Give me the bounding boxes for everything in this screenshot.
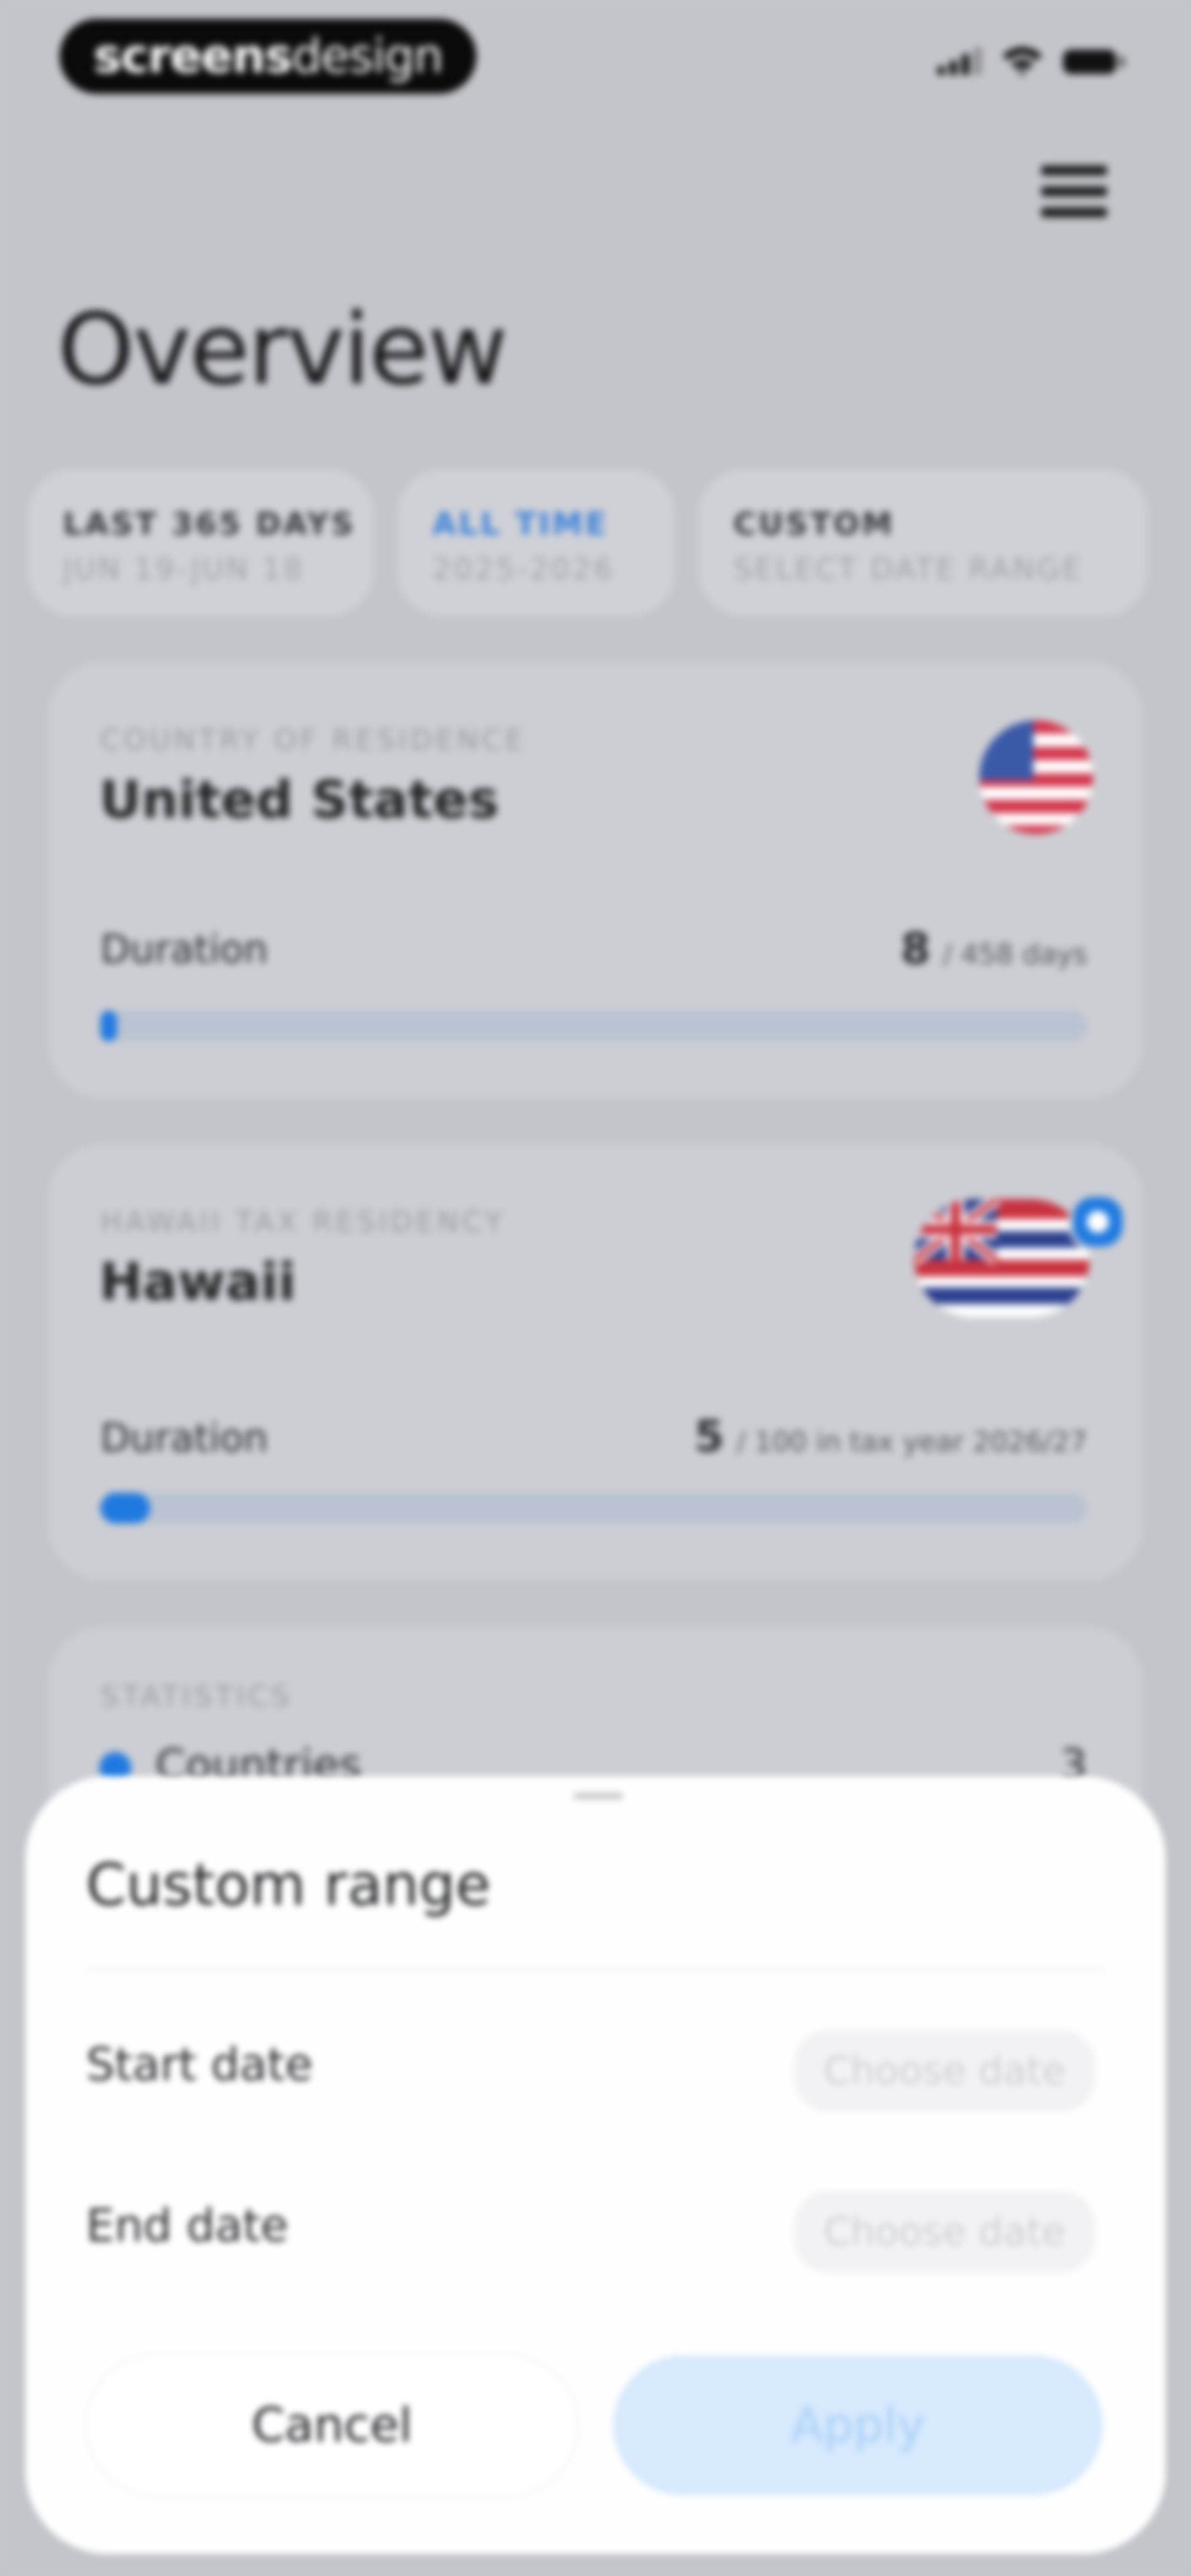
tax-residency-card[interactable]: HAWAII TAX RESIDENCY Hawaii Duration 5 /… bbox=[49, 1144, 1142, 1580]
duration-count: 8 bbox=[900, 924, 931, 974]
brand-badge: screens design bbox=[60, 19, 476, 94]
duration-count: 5 bbox=[694, 1412, 725, 1462]
filter-label: ALL TIME bbox=[432, 506, 609, 542]
brand-bold: screens bbox=[93, 29, 293, 84]
list-menu-icon[interactable] bbox=[1041, 165, 1107, 218]
duration-progress-track bbox=[100, 1011, 1087, 1041]
duration-suffix: / 100 in tax year 2026/27 bbox=[736, 1426, 1087, 1458]
duration-label: Duration bbox=[100, 1415, 269, 1461]
filter-last-365-days[interactable]: LAST 365 DAYS JUN 19-JUN 18 bbox=[29, 470, 373, 616]
page-title: Overview bbox=[57, 292, 508, 407]
sheet-title: Custom range bbox=[86, 1851, 491, 1918]
residence-card[interactable]: COUNTRY OF RESIDENCE United States Durat… bbox=[49, 662, 1142, 1098]
duration-label: Duration bbox=[100, 927, 269, 972]
hawaii-flag-icon bbox=[914, 1199, 1090, 1317]
card-kicker: STATISTICS bbox=[100, 1680, 293, 1713]
start-date-label: Start date bbox=[86, 2039, 313, 2091]
start-date-picker[interactable]: Choose date bbox=[794, 2030, 1095, 2112]
filter-sub: SELECT DATE RANGE bbox=[733, 552, 1083, 586]
cellular-signal-icon bbox=[937, 47, 981, 75]
region-name: Hawaii bbox=[99, 1252, 296, 1312]
filter-label: LAST 365 DAYS bbox=[63, 506, 356, 542]
duration-progress-track bbox=[100, 1493, 1087, 1524]
filter-label: CUSTOM bbox=[733, 506, 895, 542]
filter-custom[interactable]: CUSTOM SELECT DATE RANGE bbox=[699, 470, 1147, 616]
duration-suffix: / 458 days bbox=[942, 938, 1087, 970]
filter-sub: JUN 19-JUN 18 bbox=[63, 552, 304, 586]
brand-light: design bbox=[292, 29, 443, 84]
custom-range-sheet: Custom range Start date Choose date End … bbox=[25, 1776, 1166, 2554]
duration-progress-fill bbox=[100, 1493, 150, 1524]
end-date-label: End date bbox=[86, 2200, 288, 2252]
cancel-button[interactable]: Cancel bbox=[87, 2355, 577, 2495]
duration-progress-fill bbox=[100, 1011, 117, 1041]
card-kicker: HAWAII TAX RESIDENCY bbox=[100, 1206, 506, 1239]
filter-sub: 2025-2026 bbox=[432, 552, 615, 586]
country-name: United States bbox=[99, 770, 499, 830]
sheet-grabber[interactable] bbox=[573, 1793, 623, 1799]
duration-value: 5 / 100 in tax year 2026/27 bbox=[694, 1412, 1087, 1462]
home-marker-icon bbox=[1069, 1193, 1127, 1251]
status-icons bbox=[937, 44, 1125, 75]
card-kicker: COUNTRY OF RESIDENCE bbox=[100, 724, 527, 757]
us-flag-icon bbox=[979, 720, 1093, 834]
duration-value: 8 / 458 days bbox=[900, 924, 1087, 974]
end-date-picker[interactable]: Choose date bbox=[794, 2191, 1095, 2273]
filter-all-time[interactable]: ALL TIME 2025-2026 bbox=[398, 470, 674, 616]
wifi-icon bbox=[1002, 47, 1042, 75]
battery-icon bbox=[1063, 47, 1125, 75]
apply-button[interactable]: Apply bbox=[613, 2355, 1103, 2495]
sheet-divider bbox=[86, 1968, 1105, 1970]
